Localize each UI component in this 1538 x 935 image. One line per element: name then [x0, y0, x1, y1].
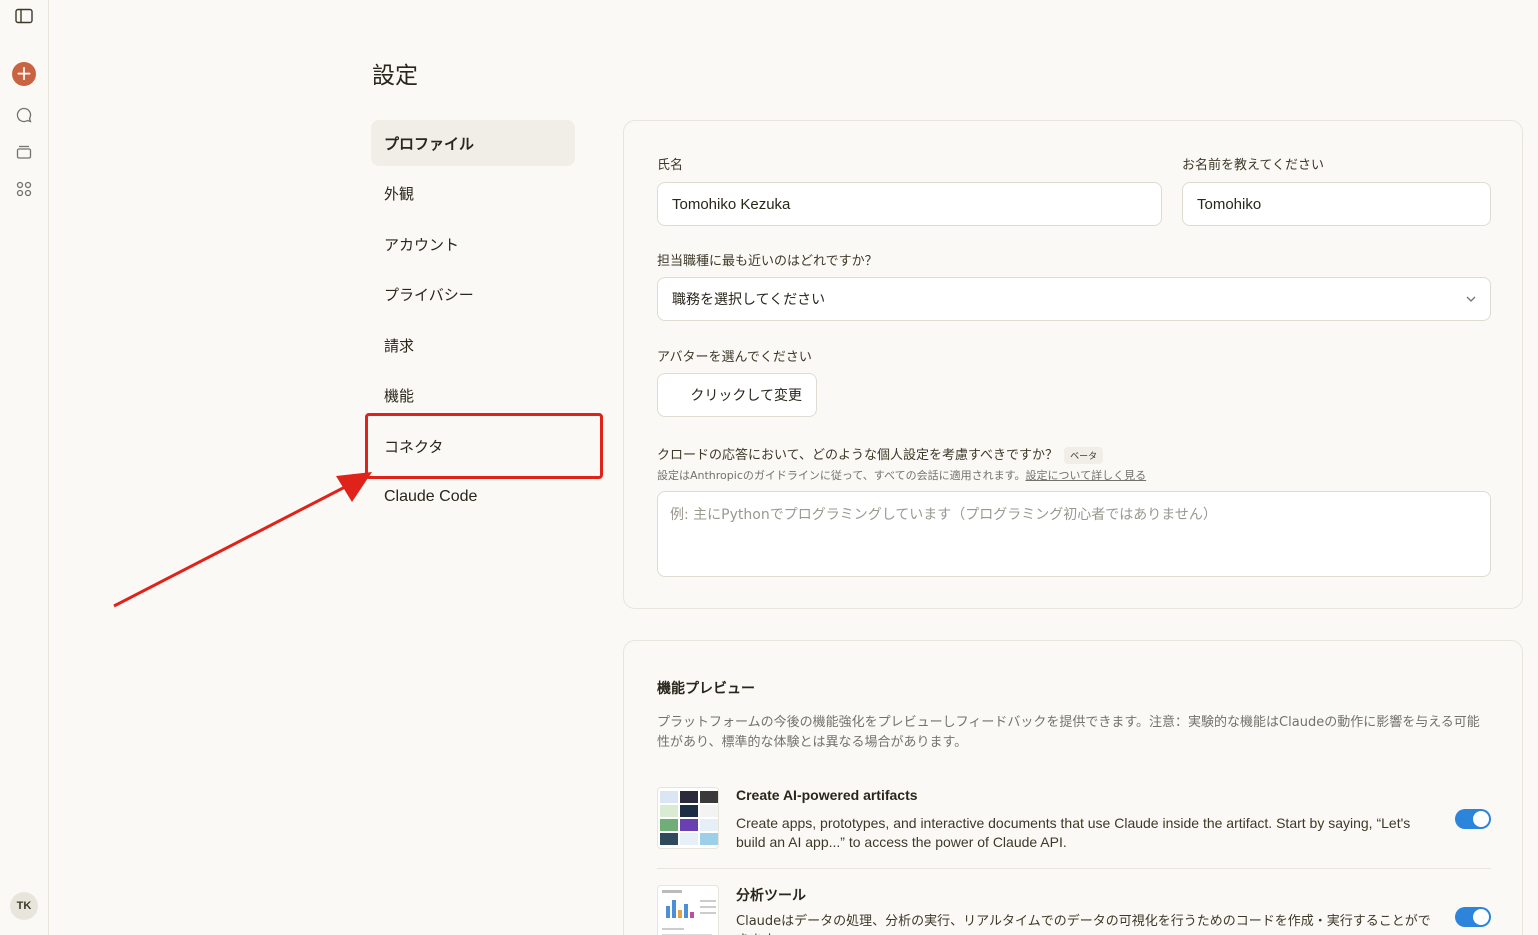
page-title: 設定 [372, 63, 418, 89]
prefs-textarea[interactable]: 例: 主にPythonでプログラミングしています（プログラミング初心者ではありま… [657, 491, 1491, 577]
prefs-hint-text: 設定はAnthropicのガイドラインに従って、すべての会話に適用されます。 [657, 469, 1026, 482]
left-rail: + TK [0, 0, 49, 935]
avatar-label: アバターを選んでください [657, 350, 812, 365]
role-select-value: 職務を選択してください [672, 292, 826, 308]
feature-description: Claudeはデータの処理、分析の実行、リアルタイムでのデータの可視化を行うため… [736, 914, 1431, 935]
prefs-hint: 設定はAnthropicのガイドラインに従って、すべての会話に適用されます。設定… [657, 467, 1146, 483]
nickname-input[interactable]: Tomohiko [1182, 182, 1491, 226]
beta-badge: ベータ [1064, 447, 1104, 464]
user-avatar[interactable]: TK [10, 892, 38, 920]
nickname-label: お名前を教えてください [1182, 158, 1324, 173]
feature-preview-title: 機能プレビュー [657, 681, 755, 697]
feature-divider [657, 868, 1491, 869]
sidebar-toggle-icon[interactable] [12, 4, 36, 28]
new-chat-button[interactable]: + [12, 62, 36, 86]
role-label: 担当職種に最も近いのはどれですか？ [657, 254, 878, 269]
prefs-label: クロードの応答において、どのような個人設定を考慮すべきですか？ [657, 448, 1059, 463]
projects-icon[interactable] [12, 140, 36, 164]
nav-item-billing[interactable]: 請求 [371, 322, 575, 368]
artifacts-toggle[interactable] [1455, 809, 1491, 829]
artifacts-thumbnail [657, 787, 719, 849]
analysis-toggle[interactable] [1455, 907, 1491, 927]
analysis-thumbnail [657, 885, 719, 935]
feature-title: 分析ツール [736, 887, 806, 903]
nav-item-claude-code[interactable]: Claude Code [371, 474, 575, 520]
feature-title: Create AI-powered artifacts [736, 787, 918, 803]
nav-item-connectors[interactable]: コネクタ [371, 423, 575, 469]
role-select[interactable]: 職務を選択してください [657, 277, 1491, 321]
change-avatar-button[interactable]: クリックして変更 [657, 373, 817, 417]
nav-item-profile[interactable]: プロファイル [371, 120, 575, 166]
chats-icon[interactable] [12, 103, 36, 127]
feature-preview-card: 機能プレビュー プラットフォームの今後の機能強化をプレビューしフィードバックを提… [623, 640, 1523, 935]
artifacts-icon[interactable] [12, 177, 36, 201]
nav-item-appearance[interactable]: 外観 [371, 171, 575, 217]
feature-description: Create apps, prototypes, and interactive… [736, 815, 1411, 850]
feature-row: Create AI-powered artifacts Create apps,… [657, 787, 1491, 851]
nav-item-features[interactable]: 機能 [371, 373, 575, 419]
full-name-label: 氏名 [657, 158, 684, 173]
feature-preview-description: プラットフォームの今後の機能強化をプレビューしフィードバックを提供できます。注意… [657, 715, 1480, 750]
nav-item-account[interactable]: アカウント [371, 221, 575, 267]
settings-nav: プロファイル 外観 アカウント プライバシー 請求 機能 コネクタ Claude… [371, 120, 575, 524]
profile-card: 氏名 Tomohiko Kezuka お名前を教えてください Tomohiko … [623, 120, 1523, 609]
nav-item-privacy[interactable]: プライバシー [371, 272, 575, 318]
feature-row: 分析ツール Claudeはデータの処理、分析の実行、リアルタイムでのデータの可視… [657, 885, 1491, 935]
chevron-down-icon [1466, 296, 1476, 302]
prefs-label-row: クロードの応答において、どのような個人設定を考慮すべきですか？ ベータ [657, 444, 1104, 464]
full-name-input[interactable]: Tomohiko Kezuka [657, 182, 1162, 226]
prefs-learn-more-link[interactable]: 設定について詳しく見る [1025, 469, 1146, 482]
